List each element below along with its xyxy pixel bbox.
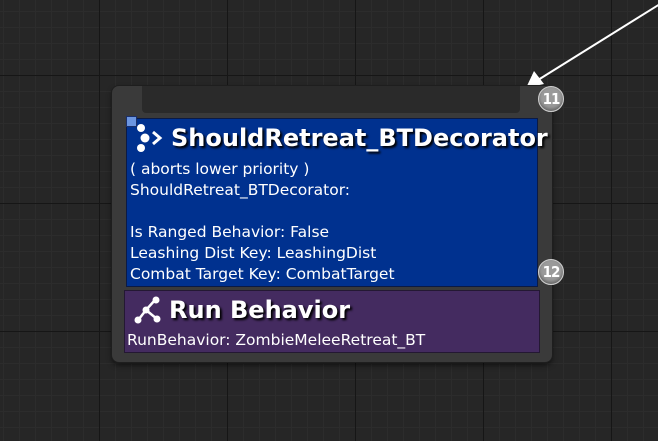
execution-order-badge-bottom: 12 (538, 259, 564, 285)
decorator-block[interactable]: ShouldRetreat_BTDecorator ( aborts lower… (126, 116, 548, 287)
decorator-prop-is-ranged: Is Ranged Behavior: False (130, 223, 330, 241)
decorator-prop-leashing-dist: Leashing Dist Key: LeashingDist (130, 244, 377, 262)
task-title: Run Behavior (169, 296, 351, 324)
run-behavior-icon (134, 296, 161, 324)
decorator-abort-mode: ( aborts lower priority ) (130, 160, 310, 178)
decorator-title: ShouldRetreat_BTDecorator (171, 124, 548, 152)
execution-order-badge-top: 11 (538, 86, 564, 112)
task-header: Run Behavior (131, 293, 350, 327)
task-block[interactable]: Run Behavior RunBehavior: ZombieMeleeRet… (124, 290, 540, 353)
decorator-class-name: ShouldRetreat_BTDecorator: (130, 181, 351, 199)
decorator-prop-combat-target: Combat Target Key: CombatTarget (130, 265, 395, 283)
input-pin[interactable] (142, 86, 520, 113)
decorator-details: ( aborts lower priority ) ShouldRetreat_… (130, 159, 395, 285)
decorator-icon (137, 124, 163, 152)
behavior-tree-node[interactable]: ShouldRetreat_BTDecorator ( aborts lower… (112, 86, 564, 362)
task-description: RunBehavior: ZombieMeleeRetreat_BT (127, 331, 426, 349)
decorator-spacer (130, 201, 395, 222)
decorator-header: ShouldRetreat_BTDecorator (133, 121, 548, 155)
